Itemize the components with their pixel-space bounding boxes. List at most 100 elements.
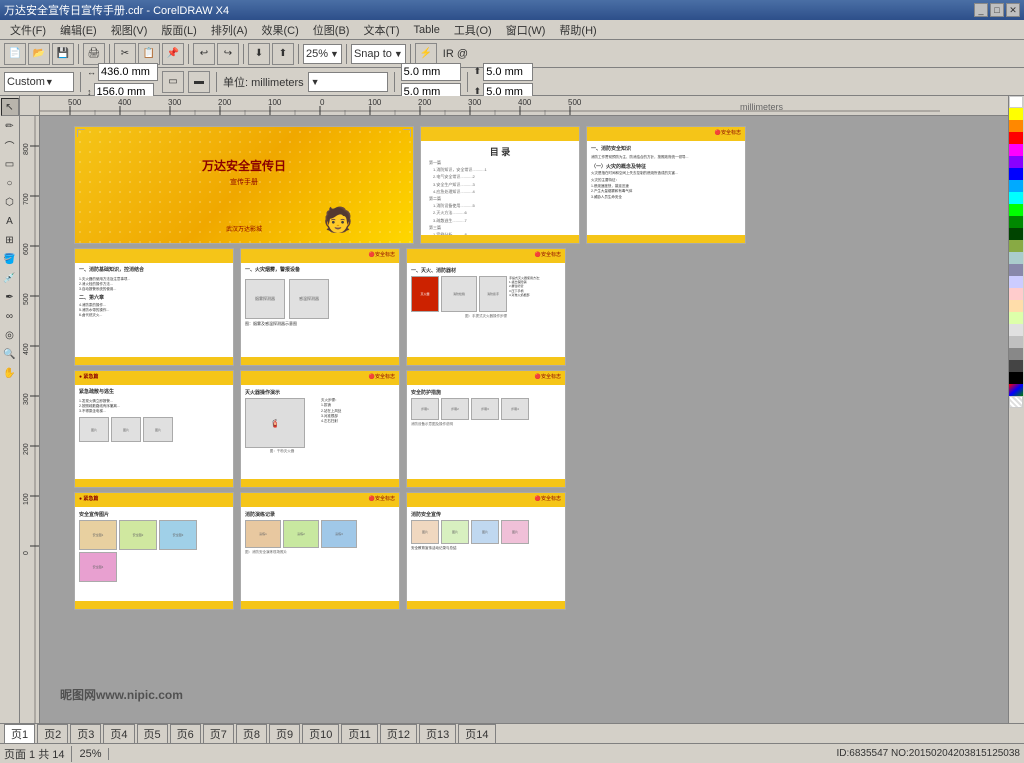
cut-button[interactable]: ✂ (114, 43, 136, 65)
contour-tool[interactable]: ◎ (1, 326, 19, 344)
undo-button[interactable]: ↩ (193, 43, 215, 65)
select-tool[interactable]: ↖ (1, 98, 19, 116)
page-tab-14[interactable]: 页14 (458, 724, 495, 744)
menu-layout[interactable]: 版面(L) (155, 20, 202, 40)
page-size-dropdown[interactable]: Custom ▼ (4, 72, 74, 92)
eyedropper-tool[interactable]: 💉 (1, 269, 19, 287)
landscape-btn[interactable]: ▬ (188, 71, 210, 93)
svg-text:500: 500 (68, 98, 82, 107)
size-input1[interactable] (483, 63, 533, 81)
swatch-light-gray[interactable] (1009, 324, 1023, 336)
snap-dropdown[interactable]: Snap to ▼ (351, 44, 406, 64)
outline-tool[interactable]: ✒ (1, 288, 19, 306)
page-tab-10[interactable]: 页10 (302, 724, 339, 744)
swatch-lime-light[interactable] (1009, 312, 1023, 324)
swatch-olive[interactable] (1009, 240, 1023, 252)
export-button[interactable]: ⬆ (272, 43, 294, 65)
page-tab-1[interactable]: 页1 (4, 724, 35, 744)
swatch-none[interactable] (1009, 396, 1023, 408)
page-tab-2[interactable]: 页2 (37, 724, 68, 744)
close-button[interactable]: ✕ (1006, 3, 1020, 17)
menu-view[interactable]: 视图(V) (105, 20, 154, 40)
bleed-x-input[interactable] (401, 63, 461, 81)
sep3 (188, 44, 189, 64)
unit-dropdown[interactable]: ▼ (308, 72, 388, 92)
swatch-white[interactable] (1009, 96, 1023, 108)
menu-bitmap[interactable]: 位图(B) (307, 20, 356, 40)
menu-tools[interactable]: 工具(O) (448, 20, 498, 40)
new-button[interactable]: 📄 (4, 43, 26, 65)
toolbar2: Custom ▼ ↔ ↕ ▭ ▬ 单位: millimeters ▼ ⬆ (0, 68, 1024, 96)
open-button[interactable]: 📂 (28, 43, 50, 65)
swatch-lavender[interactable] (1009, 276, 1023, 288)
minimize-button[interactable]: _ (974, 3, 988, 17)
swatch-forest[interactable] (1009, 228, 1023, 240)
fill-tool[interactable]: 🪣 (1, 250, 19, 268)
page-tab-9[interactable]: 页9 (269, 724, 300, 744)
zoom-tool[interactable]: 🔍 (1, 345, 19, 363)
menu-arrange[interactable]: 排列(A) (205, 20, 254, 40)
pan-tool[interactable]: ✋ (1, 364, 19, 382)
ellipse-tool[interactable]: ○ (1, 174, 19, 192)
copy-button[interactable]: 📋 (138, 43, 160, 65)
svg-text:700: 700 (23, 193, 30, 205)
menu-table[interactable]: Table (408, 22, 446, 38)
page-tab-6[interactable]: 页6 (170, 724, 201, 744)
table-tool[interactable]: ⊞ (1, 231, 19, 249)
menu-window[interactable]: 窗口(W) (500, 20, 552, 40)
swatch-dark-gray[interactable] (1009, 360, 1023, 372)
blend-tool[interactable]: ∞ (1, 307, 19, 325)
swatch-blue-gray[interactable] (1009, 264, 1023, 276)
page-tab-5[interactable]: 页5 (137, 724, 168, 744)
swatch-yellow[interactable] (1009, 108, 1023, 120)
page-tab-13[interactable]: 页13 (419, 724, 456, 744)
save-button[interactable]: 💾 (52, 43, 74, 65)
polygon-tool[interactable]: ⬡ (1, 193, 19, 211)
snap-toggle[interactable]: ⚡ (415, 43, 437, 65)
swatch-custom[interactable] (1009, 384, 1023, 396)
swatch-peach[interactable] (1009, 300, 1023, 312)
menu-help[interactable]: 帮助(H) (553, 20, 602, 40)
freehand-tool[interactable]: ✏ (1, 117, 19, 135)
zoom-dropdown[interactable]: 25% ▼ (303, 44, 342, 64)
text-tool[interactable]: A (1, 212, 19, 230)
swatch-gray[interactable] (1009, 348, 1023, 360)
print-button[interactable]: 🖨 (83, 43, 105, 65)
menu-file[interactable]: 文件(F) (4, 20, 52, 40)
swatch-blue[interactable] (1009, 168, 1023, 180)
swatch-cyan-blue[interactable] (1009, 180, 1023, 192)
swatch-silver[interactable] (1009, 336, 1023, 348)
swatch-red[interactable] (1009, 132, 1023, 144)
bezier-tool[interactable]: ⌒ (1, 136, 19, 154)
svg-text:800: 800 (23, 143, 30, 155)
page-tab-3[interactable]: 页3 (70, 724, 101, 744)
swatch-black[interactable] (1009, 372, 1023, 384)
redo-button[interactable]: ↪ (217, 43, 239, 65)
swatch-violet[interactable] (1009, 156, 1023, 168)
doc-canvas[interactable]: 万达安全宣传日 宣传手册 🧑 武汉万达影城 (40, 116, 1008, 723)
maximize-button[interactable]: □ (990, 3, 1004, 17)
window-controls: _ □ ✕ (974, 3, 1020, 17)
swatch-green[interactable] (1009, 204, 1023, 216)
page-11-12: 🔴安全标志 消防安全宣传 图片 图片 图片 图片 安全教育宣传活动记录与总结 (406, 492, 566, 610)
swatch-teal-light[interactable] (1009, 252, 1023, 264)
page-tab-11[interactable]: 页11 (341, 724, 377, 744)
swatch-dark-green[interactable] (1009, 216, 1023, 228)
width-input[interactable] (98, 63, 158, 81)
menu-effects[interactable]: 效果(C) (256, 20, 305, 40)
swatch-orange[interactable] (1009, 120, 1023, 132)
paste-button[interactable]: 📌 (162, 43, 184, 65)
page-tab-4[interactable]: 页4 (103, 724, 134, 744)
page-tab-12[interactable]: 页12 (380, 724, 417, 744)
menu-text[interactable]: 文本(T) (357, 20, 405, 40)
swatch-magenta[interactable] (1009, 144, 1023, 156)
swatch-pink[interactable] (1009, 288, 1023, 300)
page-tab-8[interactable]: 页8 (236, 724, 267, 744)
menu-edit[interactable]: 编辑(E) (54, 20, 103, 40)
page-tab-7[interactable]: 页7 (203, 724, 234, 744)
sep7 (410, 44, 411, 64)
import-button[interactable]: ⬇ (248, 43, 270, 65)
portrait-btn[interactable]: ▭ (162, 71, 184, 93)
swatch-cyan[interactable] (1009, 192, 1023, 204)
rect-tool[interactable]: ▭ (1, 155, 19, 173)
